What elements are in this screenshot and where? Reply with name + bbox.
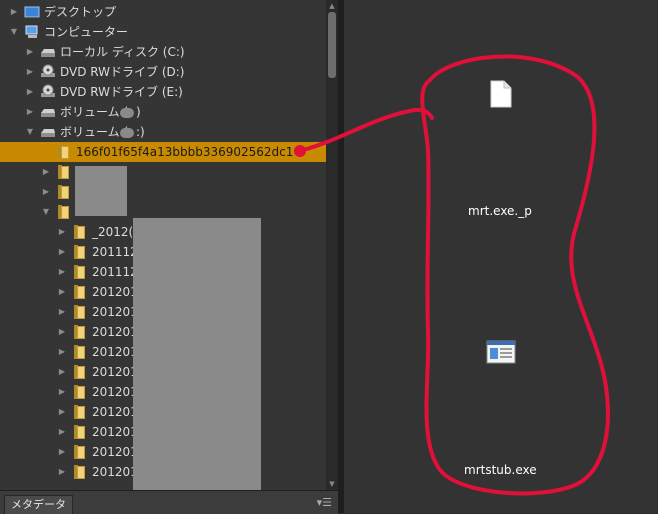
dvd-icon [41, 84, 55, 97]
folder-tree-panel: ▶ デスクトップ ▼ コンピューター ▶ ローカル ディスク (C:) ▶ DVD RWドライ… [0, 0, 338, 490]
drive-icon [41, 49, 55, 57]
executable-icon[interactable] [486, 340, 516, 364]
tree-item[interactable]: ▶ ローカル ディスク (C:) [0, 42, 326, 62]
tree-item-label: コンピューター [44, 25, 129, 39]
scroll-up-arrow-icon[interactable]: ▲ [326, 0, 338, 12]
folder-icon [58, 185, 69, 199]
folder-icon [74, 365, 85, 379]
tree-item-label: 201201 [92, 345, 138, 359]
folder-icon [74, 385, 85, 399]
tree-item[interactable]: ▼ ボリューム (:) [0, 122, 326, 142]
redacted-block [133, 218, 261, 490]
tree-item-label: 201201 [92, 425, 138, 439]
tree-item-selected[interactable]: 166f01f65f4a13bbbb336902562dc1 [0, 142, 326, 162]
redacted-block [75, 166, 127, 216]
collapsed-arrow-icon[interactable]: ▶ [41, 182, 51, 202]
tree-item-label: ボリューム ( [60, 105, 129, 119]
tree-item-label: 201201 [92, 285, 138, 299]
tree-item-label: 201201 [92, 365, 138, 379]
collapsed-arrow-icon[interactable]: ▶ [57, 402, 67, 422]
folder-tree: ▶ デスクトップ ▼ コンピューター ▶ ローカル ディスク (C:) ▶ DVD RWドライ… [0, 0, 326, 490]
collapsed-arrow-icon[interactable]: ▶ [57, 262, 67, 282]
collapsed-arrow-icon[interactable]: ▶ [41, 162, 51, 182]
tree-item-label: 201201 [92, 325, 138, 339]
metadata-tab[interactable]: メタデータ [4, 495, 73, 514]
tree-item-label: ローカル ディスク (C:) [60, 45, 185, 59]
drive-icon [41, 129, 55, 137]
tree-item-label: _2012( [92, 225, 134, 239]
tree-item[interactable]: ▶ DVD RWドライブ (D:) [0, 62, 326, 82]
content-pane: mrt.exe._p mrtstub.exe [344, 0, 658, 513]
tree-item[interactable]: ▶ [0, 182, 326, 202]
dvd-icon [41, 64, 55, 77]
folder-icon [58, 205, 69, 219]
tree-item-label: 201201 [92, 385, 138, 399]
collapsed-arrow-icon[interactable]: ▶ [25, 102, 35, 122]
collapsed-arrow-icon[interactable]: ▶ [57, 462, 67, 482]
computer-icon [25, 25, 38, 38]
metadata-panel-bar: メタデータ ▾☰ [0, 490, 338, 514]
folder-icon [74, 225, 85, 239]
redacted-label-block [120, 108, 134, 118]
tree-item[interactable]: ▼ コンピューター [0, 22, 326, 42]
collapsed-arrow-icon[interactable]: ▶ [57, 222, 67, 242]
tree-item-label: 201201 [92, 465, 138, 479]
folder-icon [74, 305, 85, 319]
collapsed-arrow-icon[interactable]: ▶ [57, 242, 67, 262]
collapsed-arrow-icon[interactable]: ▶ [57, 382, 67, 402]
folder-icon [74, 425, 85, 439]
tree-item-label: 201201 [92, 405, 138, 419]
collapsed-arrow-icon[interactable]: ▶ [25, 82, 35, 102]
folder-icon [74, 285, 85, 299]
tree-item-label: DVD RWドライブ (D:) [60, 65, 185, 79]
folder-icon [58, 145, 69, 159]
collapsed-arrow-icon[interactable]: ▶ [9, 2, 19, 22]
tree-item-label: ボリューム ( [60, 125, 129, 139]
folder-icon [74, 245, 85, 259]
desktop-icon [24, 6, 40, 18]
folder-icon [74, 325, 85, 339]
tree-item-label: DVD RWドライブ (E:) [60, 85, 183, 99]
tree-item[interactable]: ▶ ボリューム () [0, 102, 326, 122]
tree-item[interactable]: ▶ DVD RWドライブ (E:) [0, 82, 326, 102]
expanded-arrow-icon[interactable]: ▼ [9, 22, 19, 42]
collapsed-arrow-icon[interactable]: ▶ [57, 302, 67, 322]
scroll-down-arrow-icon[interactable]: ▼ [326, 478, 338, 490]
tree-item-label: 201112 [92, 245, 138, 259]
scroll-thumb[interactable] [328, 12, 336, 78]
tree-item-label: 201112 [92, 265, 138, 279]
collapsed-arrow-icon[interactable]: ▶ [25, 42, 35, 62]
collapsed-arrow-icon[interactable]: ▶ [57, 422, 67, 442]
collapsed-arrow-icon[interactable]: ▶ [57, 342, 67, 362]
redacted-label-block [120, 128, 134, 138]
tree-item[interactable]: ▶ [0, 162, 326, 182]
folder-icon [74, 445, 85, 459]
tree-scrollbar[interactable]: ▲ ▼ [326, 0, 338, 490]
folder-icon [74, 405, 85, 419]
drive-icon [41, 109, 55, 117]
collapsed-arrow-icon[interactable]: ▶ [57, 322, 67, 342]
collapsed-arrow-icon[interactable]: ▶ [25, 62, 35, 82]
tree-item-label: デスクトップ [44, 5, 117, 19]
folder-icon [74, 465, 85, 479]
expanded-arrow-icon[interactable]: ▼ [41, 202, 51, 222]
collapsed-arrow-icon[interactable]: ▶ [57, 442, 67, 462]
expanded-arrow-icon[interactable]: ▼ [25, 122, 35, 142]
folder-icon [74, 345, 85, 359]
folder-icon [74, 265, 85, 279]
tree-item-label: 201201 [92, 305, 138, 319]
tree-item-label-suffix: :) [136, 125, 145, 139]
collapsed-arrow-icon[interactable]: ▶ [57, 282, 67, 302]
tree-item-label-suffix: ) [136, 105, 141, 119]
file-name-mrt-exe-p[interactable]: mrt.exe._p [468, 204, 532, 218]
tree-item[interactable]: ▶ デスクトップ [0, 2, 326, 22]
tree-item-label: 166f01f65f4a13bbbb336902562dc1 [76, 145, 294, 159]
document-icon[interactable] [490, 80, 512, 108]
file-name-mrtstub-exe[interactable]: mrtstub.exe [464, 463, 537, 477]
collapsed-arrow-icon[interactable]: ▶ [57, 362, 67, 382]
panel-menu-icon[interactable]: ▾☰ [317, 496, 332, 509]
tree-item-label: 201201 [92, 445, 138, 459]
folder-icon [58, 165, 69, 179]
